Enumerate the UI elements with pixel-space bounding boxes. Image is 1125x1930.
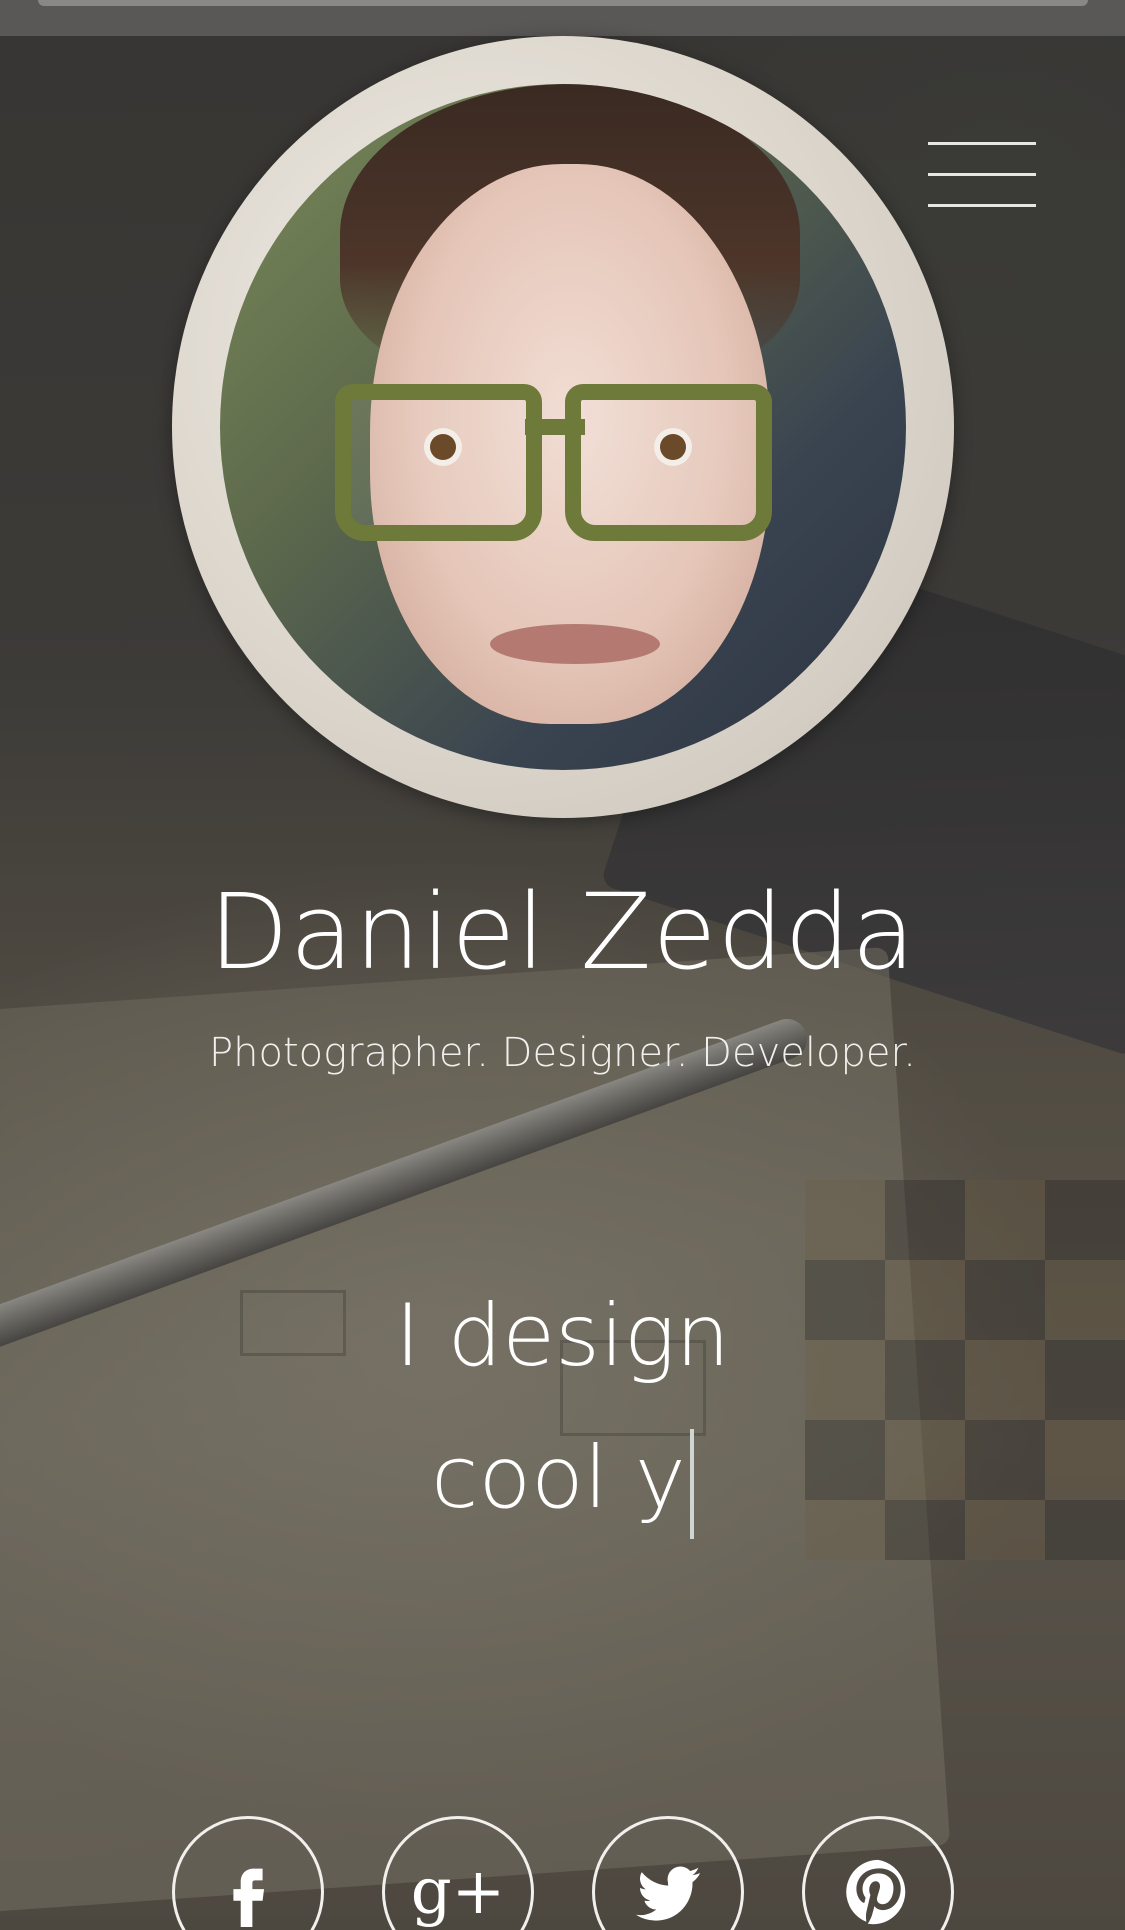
- social-links: g+: [172, 1816, 954, 1930]
- typing-headline: I design cool y: [0, 1265, 1125, 1549]
- menu-line: [928, 173, 1036, 176]
- twitter-icon: [635, 1866, 701, 1921]
- avatar-glasses-left: [335, 384, 542, 541]
- profile-tagline: Photographer. Designer. Developer.: [209, 1030, 916, 1076]
- avatar-lips: [490, 624, 660, 664]
- facebook-icon: [233, 1868, 265, 1927]
- pinterest-button[interactable]: [802, 1816, 954, 1930]
- menu-line: [928, 204, 1036, 207]
- hamburger-menu-icon[interactable]: [928, 140, 1036, 210]
- avatar-eye-right: [660, 434, 686, 460]
- avatar-glasses-right: [565, 384, 772, 541]
- typing-line-2: cool y: [431, 1428, 686, 1528]
- menu-line: [928, 142, 1036, 145]
- google-plus-button[interactable]: g+: [382, 1816, 534, 1930]
- pinterest-icon: [846, 1859, 906, 1925]
- typing-line-1: I design: [394, 1286, 730, 1386]
- facebook-button[interactable]: [172, 1816, 324, 1930]
- status-bar: [0, 0, 1125, 36]
- google-plus-icon: g+: [410, 1855, 506, 1929]
- avatar: [172, 36, 954, 818]
- typing-caret: [689, 1428, 694, 1539]
- avatar-eye-left: [430, 434, 456, 460]
- page: Daniel Zedda Photographer. Designer. Dev…: [0, 0, 1125, 1930]
- address-bar: [38, 0, 1088, 6]
- avatar-glasses-bridge: [525, 419, 585, 435]
- avatar-photo: [220, 84, 906, 770]
- profile-name: Daniel Zedda: [208, 871, 917, 993]
- twitter-button[interactable]: [592, 1816, 744, 1930]
